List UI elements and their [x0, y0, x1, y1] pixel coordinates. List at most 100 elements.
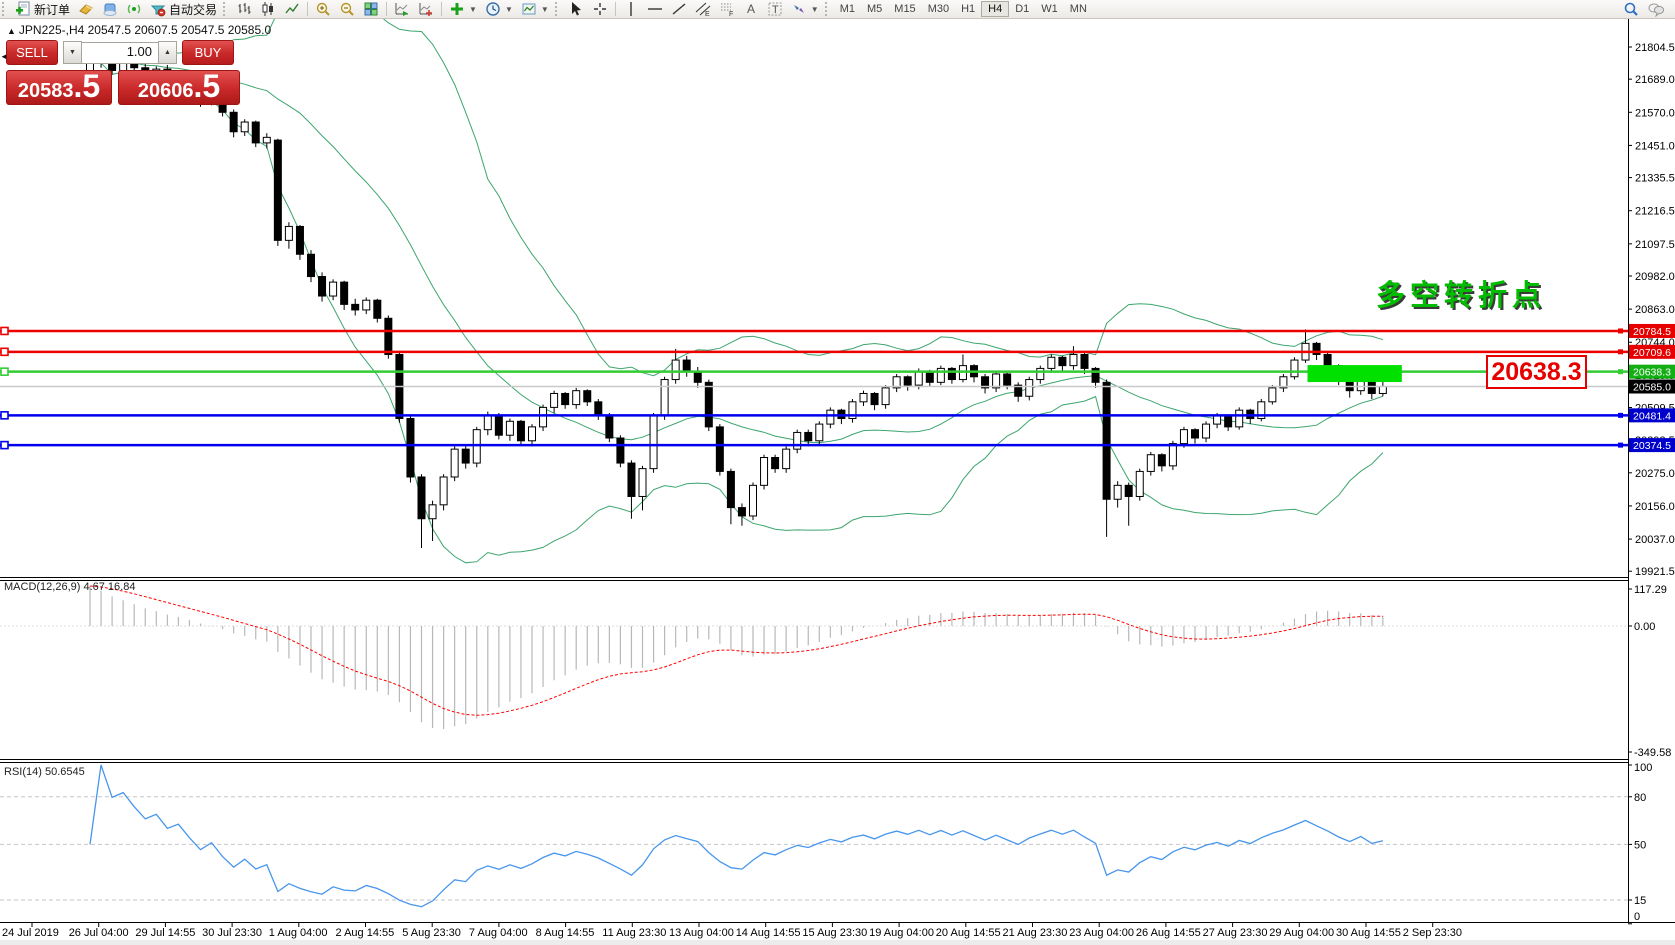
hline-right-handle[interactable]	[1618, 442, 1623, 448]
candle-body	[1135, 470, 1144, 497]
hline-right-handle[interactable]	[1618, 328, 1623, 334]
timeframe-MN[interactable]: MN	[1064, 1, 1093, 17]
candle-body	[936, 367, 945, 383]
timeframe-D1[interactable]: D1	[1009, 1, 1035, 17]
auto-scroll-button[interactable]	[390, 1, 414, 17]
timeframe-M15[interactable]: M15	[888, 1, 921, 17]
profiles-button[interactable]	[98, 1, 122, 17]
candle-body	[1058, 356, 1067, 367]
bar-chart-type-button[interactable]	[232, 1, 256, 17]
candle-body	[483, 415, 492, 431]
timeframe-H4[interactable]: H4	[981, 1, 1010, 17]
zoom-out-button[interactable]	[335, 1, 359, 17]
candle-body	[992, 373, 1001, 389]
chat-button[interactable]	[1643, 1, 1669, 17]
time-tick-label: 2 Sep 23:30	[1403, 927, 1462, 939]
annotation-text[interactable]: 多空转折点	[1376, 272, 1546, 314]
toolbar-grip[interactable]	[2, 2, 9, 16]
candle-body	[439, 476, 448, 506]
price-badge-20374.5	[1629, 438, 1675, 453]
price-callout-label[interactable]: 20638.3	[1486, 355, 1587, 389]
candle-body	[1003, 373, 1012, 386]
time-tick-label: 1 Aug 04:00	[269, 927, 328, 939]
channel-tool-button[interactable]: E	[691, 1, 715, 17]
svg-text:F: F	[729, 11, 733, 17]
price-axis[interactable]: 21804.5 21689.0 21570.0 21451.0 21335.5 21216…	[1628, 42, 1675, 925]
periods-button[interactable]: ▼	[481, 1, 517, 17]
tile-windows-button[interactable]	[359, 1, 383, 17]
candle-body	[1312, 342, 1321, 355]
time-tick-label: 29 Jul 14:55	[135, 927, 195, 939]
volume-field[interactable]: 1.00	[82, 41, 158, 64]
time-axis[interactable]: 24 Jul 2019 26 Jul 04:00 29 Jul 14:55 30 Ju…	[2, 923, 1462, 939]
new-order-button[interactable]: 新订单	[11, 1, 74, 17]
fibonacci-tool-button[interactable]: F	[715, 1, 739, 17]
text-tool-button[interactable]: A	[739, 1, 763, 17]
text-label-tool-button[interactable]: T	[763, 1, 787, 17]
time-tick-label: 26 Jul 04:00	[69, 927, 129, 939]
sell-price-main: 20583	[17, 80, 74, 102]
objects-list-button[interactable]	[74, 1, 98, 17]
arrows-tool-button[interactable]: ▼	[787, 1, 823, 17]
timeframe-M5[interactable]: M5	[861, 1, 888, 17]
autotrading-button[interactable]: 自动交易	[146, 1, 221, 17]
candle-body	[704, 381, 713, 428]
line-chart-type-button[interactable]	[280, 1, 304, 17]
candle-body	[472, 429, 481, 464]
candle-body	[903, 376, 912, 386]
indicators-button[interactable]: ▼	[445, 1, 481, 17]
hline-left-handle[interactable]	[0, 326, 9, 336]
candle-body	[859, 392, 868, 403]
price-tick-label: 20982.0	[1635, 271, 1675, 283]
auto-scroll-icon	[395, 3, 409, 16]
crosshair-icon	[593, 3, 606, 15]
candle-body	[1080, 353, 1089, 369]
rsi-tick-label: 50	[1634, 839, 1646, 851]
toolbar-grip[interactable]	[223, 2, 230, 16]
candle-body	[660, 379, 669, 417]
hline-left-handle[interactable]	[0, 347, 9, 357]
toolbar-grip[interactable]	[824, 2, 832, 16]
timeframe-H1[interactable]: H1	[955, 1, 981, 17]
price-badge-20585.0	[1629, 379, 1675, 394]
hline-left-handle[interactable]	[0, 367, 9, 376]
hline-left-handle[interactable]	[0, 411, 9, 420]
hline-right-handle[interactable]	[1618, 349, 1623, 355]
hline-left-handle[interactable]	[0, 440, 9, 450]
zoom-in-button[interactable]	[311, 1, 335, 17]
sell-button[interactable]: SELL	[6, 40, 58, 65]
candle-body	[638, 468, 647, 497]
search-button[interactable]	[1619, 1, 1643, 17]
timeframe-M1[interactable]: M1	[834, 1, 861, 17]
chart-shift-button[interactable]	[414, 1, 438, 17]
volume-decrease-button[interactable]: ▼	[63, 41, 82, 64]
time-tick-label: 23 Aug 04:00	[1069, 927, 1134, 939]
timeframe-W1[interactable]: W1	[1035, 1, 1064, 17]
candle-body	[229, 111, 238, 133]
candle-body	[1102, 381, 1111, 500]
templates-button[interactable]: ▼	[517, 1, 553, 17]
candle-body	[671, 359, 680, 381]
horizontal-line-tool-button[interactable]	[643, 1, 667, 17]
trendline-tool-button[interactable]	[667, 1, 691, 17]
price-badge-label: 20784.5	[1633, 326, 1671, 338]
candle-body	[362, 299, 371, 311]
toolbar-grip[interactable]	[554, 2, 562, 16]
candle-body	[395, 353, 404, 420]
panel-collapse-icon[interactable]: ◄	[0, 52, 8, 61]
cursor-tool-button[interactable]	[564, 1, 588, 17]
price-badge-20638.3	[1629, 364, 1675, 379]
hline-right-handle[interactable]	[1618, 412, 1623, 418]
vertical-line-tool-button[interactable]	[619, 1, 643, 17]
highlight-rectangle[interactable]	[1307, 365, 1402, 383]
signals-button[interactable]	[122, 1, 146, 17]
hline-right-handle[interactable]	[1618, 369, 1623, 375]
sell-price-display[interactable]: 20583 .5	[6, 70, 112, 105]
candle-body	[550, 392, 559, 408]
timeframe-M30[interactable]: M30	[922, 1, 955, 17]
crosshair-tool-button[interactable]	[588, 1, 612, 17]
volume-increase-button[interactable]: ▲	[158, 41, 177, 64]
candlestick-chart-type-button[interactable]	[256, 1, 280, 17]
buy-button[interactable]: BUY	[182, 40, 234, 65]
buy-price-display[interactable]: 20606 .5	[118, 70, 240, 105]
